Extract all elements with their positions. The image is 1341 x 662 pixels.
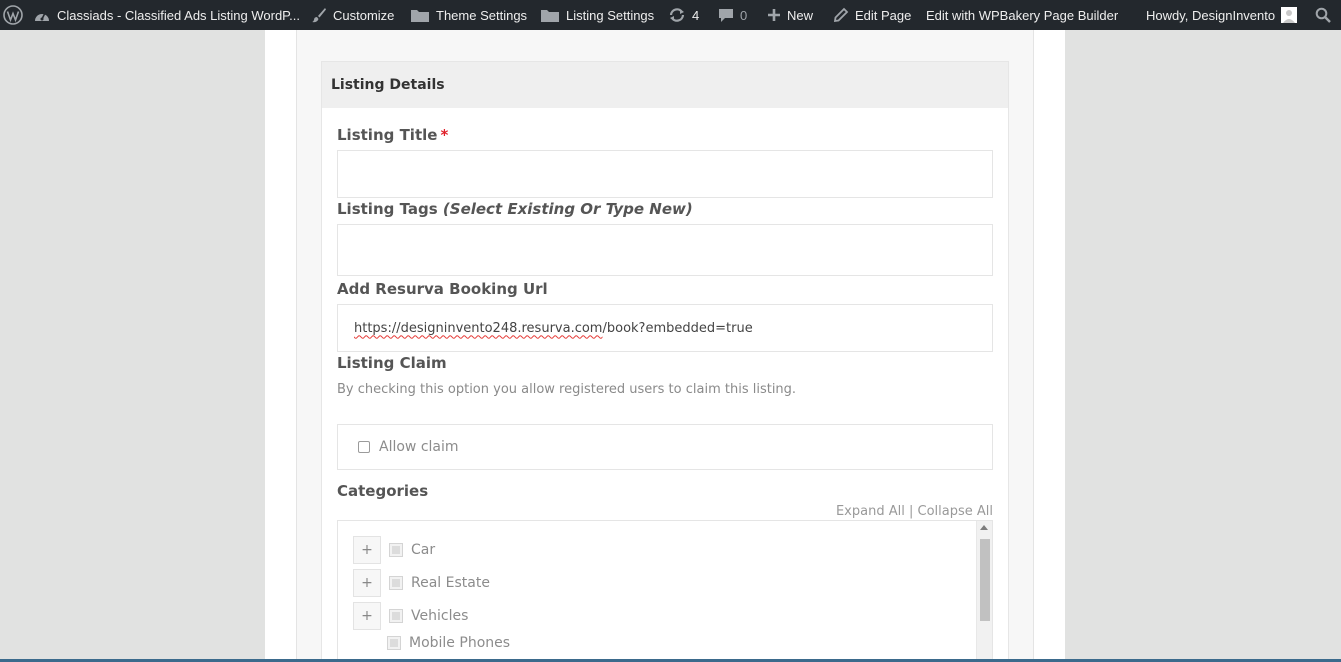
- listing-title-input[interactable]: [337, 150, 993, 198]
- account-menu[interactable]: Howdy, DesignInvento: [1146, 0, 1298, 30]
- booking-url-value-rest: /book?embedded=true: [602, 320, 753, 336]
- category-checkbox[interactable]: [389, 576, 403, 590]
- listing-tags-hint: (Select Existing Or Type New): [442, 200, 693, 218]
- listing-settings-label: Listing Settings: [566, 7, 655, 23]
- comment-icon: [718, 7, 734, 23]
- category-name[interactable]: Mobile Phones: [409, 635, 510, 651]
- allow-claim-label[interactable]: Allow claim: [379, 439, 459, 455]
- wordpress-logo-icon[interactable]: [0, 0, 26, 30]
- search-icon[interactable]: [1314, 0, 1332, 30]
- allow-claim-box: Allow claim: [337, 424, 993, 470]
- updates-count: 4: [692, 7, 700, 23]
- categories-tree: + Car + Real Estate + Vehicles Mobile Ph…: [337, 520, 993, 662]
- scroll-thumb[interactable]: [980, 539, 990, 621]
- listing-tags-label: Listing Tags (Select Existing Or Type Ne…: [337, 200, 693, 218]
- site-name-menu[interactable]: Classiads - Classified Ads Listing WordP…: [33, 0, 300, 30]
- category-checkbox[interactable]: [387, 636, 401, 650]
- customize-label: Customize: [333, 7, 395, 23]
- panel-title: Listing Details: [322, 62, 1008, 108]
- allow-claim-checkbox[interactable]: [358, 441, 370, 453]
- edit-page-label: Edit Page: [855, 7, 912, 23]
- new-content-menu[interactable]: New: [767, 0, 813, 30]
- folder-icon: [540, 8, 560, 23]
- expand-all-link[interactable]: Expand All: [836, 504, 905, 519]
- new-label: New: [787, 7, 814, 23]
- wpbakery-label: Edit with WPBakery Page Builder: [926, 7, 1119, 23]
- listing-details-panel: Listing Details Listing Title * Listing T…: [321, 61, 1009, 662]
- comments-count: 0: [740, 7, 748, 23]
- expand-toggle[interactable]: +: [353, 602, 381, 630]
- updates-link[interactable]: 4: [668, 0, 699, 30]
- customize-link[interactable]: Customize: [311, 0, 394, 30]
- listing-claim-label: Listing Claim: [337, 354, 447, 372]
- booking-url-value-spellcheck: https://designinvento248.resurva.com: [354, 320, 603, 336]
- site-name: Classiads - Classified Ads Listing WordP…: [57, 7, 301, 23]
- brush-icon: [311, 7, 327, 23]
- scroll-up-arrow-icon[interactable]: [980, 525, 988, 530]
- wpbakery-link[interactable]: Edit with WPBakery Page Builder: [926, 0, 1118, 30]
- comments-link[interactable]: 0: [718, 0, 747, 30]
- refresh-icon: [668, 7, 686, 23]
- booking-url-input[interactable]: https://designinvento248.resurva.com/boo…: [337, 304, 993, 352]
- expand-toggle[interactable]: +: [353, 569, 381, 597]
- booking-url-label: Add Resurva Booking Url: [337, 280, 548, 298]
- listing-settings-menu[interactable]: Listing Settings: [540, 0, 654, 30]
- theme-settings-label: Theme Settings: [436, 7, 528, 23]
- listing-title-label: Listing Title *: [337, 126, 448, 144]
- collapse-all-link[interactable]: Collapse All: [918, 504, 994, 519]
- listing-tags-input[interactable]: [337, 224, 993, 276]
- category-item: + Vehicles: [353, 602, 468, 630]
- category-name[interactable]: Car: [411, 542, 435, 558]
- category-name[interactable]: Vehicles: [411, 608, 468, 624]
- required-mark: *: [440, 126, 449, 144]
- folder-icon: [410, 8, 430, 23]
- plus-icon: [767, 8, 781, 22]
- howdy-label: Howdy, DesignInvento: [1146, 7, 1276, 23]
- edit-page-link[interactable]: Edit Page: [833, 0, 911, 30]
- category-item: + Car: [353, 536, 435, 564]
- separator: |: [908, 504, 914, 519]
- avatar-icon: [1281, 7, 1298, 23]
- expand-collapse-controls: Expand All | Collapse All: [836, 504, 993, 519]
- category-checkbox[interactable]: [389, 543, 403, 557]
- categories-scrollbar[interactable]: [976, 521, 992, 662]
- category-checkbox[interactable]: [389, 609, 403, 623]
- listing-title-label-text: Listing Title: [337, 126, 438, 144]
- listing-tags-label-text: Listing Tags: [337, 200, 438, 218]
- theme-settings-menu[interactable]: Theme Settings: [410, 0, 527, 30]
- expand-toggle[interactable]: +: [353, 536, 381, 564]
- category-name[interactable]: Real Estate: [411, 575, 490, 591]
- category-item: Mobile Phones: [387, 635, 510, 651]
- pencil-icon: [833, 7, 849, 23]
- categories-label: Categories: [337, 482, 429, 500]
- listing-claim-help: By checking this option you allow regist…: [337, 382, 797, 397]
- admin-bar: Classiads - Classified Ads Listing WordP…: [0, 0, 1341, 30]
- dashboard-icon: [33, 8, 51, 22]
- category-item: + Real Estate: [353, 569, 490, 597]
